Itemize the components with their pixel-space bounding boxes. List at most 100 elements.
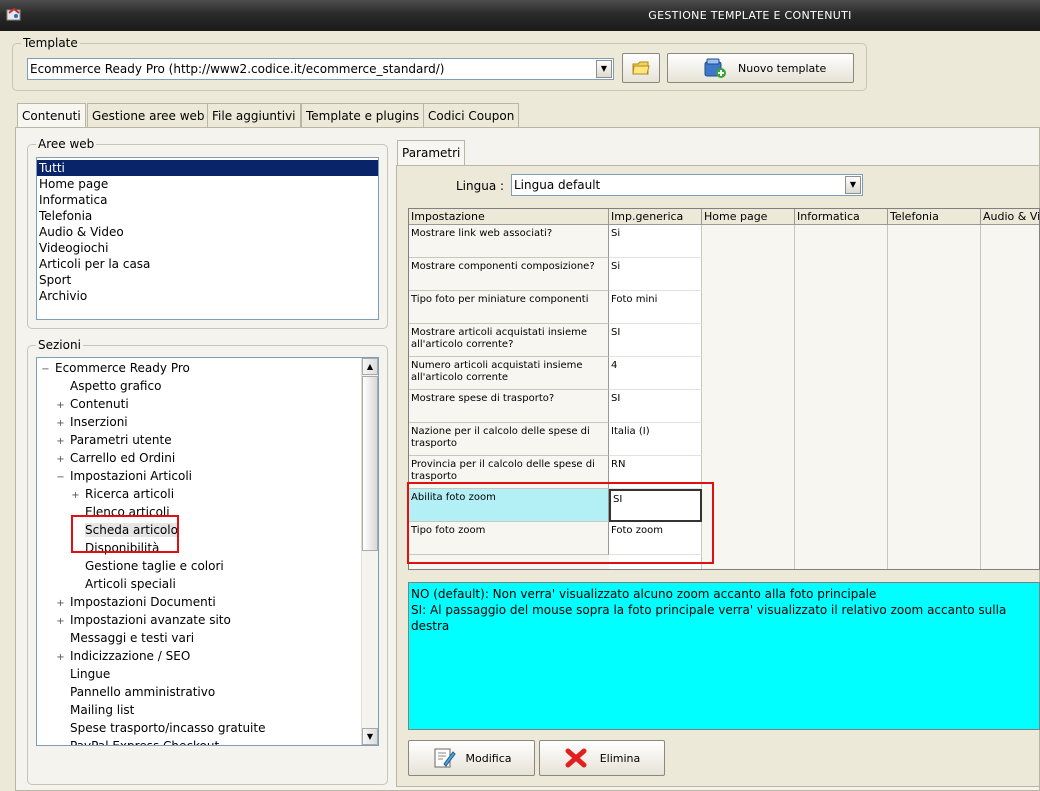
column-header[interactable]: Home page: [702, 209, 795, 225]
tab-template-plugins[interactable]: Template e plugins: [301, 103, 425, 127]
grid-empty-cell[interactable]: [981, 456, 1039, 489]
tree-item[interactable]: + Ricerca articoli: [71, 485, 174, 503]
list-item[interactable]: Home page: [37, 176, 378, 192]
list-item[interactable]: Articoli per la casa: [37, 256, 378, 272]
grid-empty-cell[interactable]: [981, 258, 1039, 291]
grid-empty-cell[interactable]: [888, 291, 981, 324]
grid-empty-cell[interactable]: [888, 258, 981, 291]
grid-setting-cell[interactable]: Numero articoli acquistati insieme all'a…: [409, 357, 609, 390]
tab-gestione-aree-web[interactable]: Gestione aree web: [87, 103, 210, 127]
grid-empty-cell[interactable]: [795, 522, 888, 555]
grid-value-cell[interactable]: Si: [609, 225, 702, 258]
tree-item[interactable]: + Indicizzazione / SEO: [56, 647, 190, 665]
grid-value-cell[interactable]: Si: [609, 258, 702, 291]
tree-item[interactable]: − Ecommerce Ready Pro: [41, 359, 190, 377]
grid-empty-cell[interactable]: [795, 324, 888, 357]
tab-file-aggiuntivi[interactable]: File aggiuntivi: [207, 103, 301, 127]
grid-value-cell[interactable]: Italia (I): [609, 423, 702, 456]
list-item[interactable]: Videogiochi: [37, 240, 378, 256]
grid-empty-cell[interactable]: [981, 423, 1039, 456]
column-header[interactable]: Imp.generica: [609, 209, 702, 225]
tree-item[interactable]: + Impostazioni Documenti: [56, 593, 215, 611]
grid-empty-cell[interactable]: [981, 489, 1039, 522]
grid-empty-cell[interactable]: [981, 357, 1039, 390]
tree-item[interactable]: + Parametri utente: [56, 431, 171, 449]
grid-empty-cell[interactable]: [981, 390, 1039, 423]
tab-parametri[interactable]: Parametri: [397, 140, 466, 165]
column-header[interactable]: Audio & Video: [981, 209, 1039, 225]
list-item[interactable]: Archivio: [37, 288, 378, 304]
grid-setting-cell[interactable]: Mostrare link web associati?: [409, 225, 609, 258]
grid-empty-cell[interactable]: [888, 423, 981, 456]
tab-codici-coupon[interactable]: Codici Coupon: [423, 103, 520, 127]
grid-empty-cell[interactable]: [702, 324, 795, 357]
grid-empty-cell[interactable]: [888, 489, 981, 522]
grid-empty-cell[interactable]: [702, 456, 795, 489]
template-select[interactable]: Ecommerce Ready Pro (http://www2.codice.…: [27, 58, 614, 80]
tree-item[interactable]: Articoli speciali: [71, 575, 176, 593]
grid-setting-cell[interactable]: Nazione per il calcolo delle spese di tr…: [409, 423, 609, 456]
list-item[interactable]: Audio & Video: [37, 224, 378, 240]
column-header[interactable]: Telefonia: [888, 209, 981, 225]
grid-empty-cell[interactable]: [702, 390, 795, 423]
grid-empty-cell[interactable]: [702, 258, 795, 291]
collapse-icon[interactable]: −: [56, 469, 65, 487]
tree-item[interactable]: Mailing list: [56, 701, 134, 719]
grid-value-cell[interactable]: SI: [609, 324, 702, 357]
grid-value-cell[interactable]: Foto mini: [609, 291, 702, 324]
collapse-icon[interactable]: −: [41, 361, 50, 379]
grid-empty-cell[interactable]: [702, 291, 795, 324]
tree-item[interactable]: − Impostazioni Articoli: [56, 467, 192, 485]
grid-empty-cell[interactable]: [702, 522, 795, 555]
new-template-button[interactable]: Nuovo template: [667, 53, 854, 83]
column-header[interactable]: Informatica: [795, 209, 888, 225]
grid-empty-cell[interactable]: [888, 522, 981, 555]
grid-empty-cell[interactable]: [702, 357, 795, 390]
grid-empty-cell[interactable]: [702, 423, 795, 456]
grid-empty-cell[interactable]: [888, 390, 981, 423]
tree-item[interactable]: Gestione taglie e colori: [71, 557, 224, 575]
chevron-down-icon[interactable]: ▼: [596, 60, 612, 78]
chevron-down-icon[interactable]: ▼: [845, 176, 861, 194]
sezioni-scrollbar[interactable]: ▲ ▼: [361, 358, 378, 745]
grid-empty-cell[interactable]: [888, 324, 981, 357]
tree-item[interactable]: Pannello amministrativo: [56, 683, 215, 701]
grid-setting-cell[interactable]: Mostrare spese di trasporto?: [409, 390, 609, 423]
grid-empty-cell[interactable]: [981, 225, 1039, 258]
lingua-select[interactable]: Lingua default ▼: [511, 174, 863, 196]
grid-value-cell[interactable]: 4: [609, 357, 702, 390]
list-item[interactable]: Tutti: [37, 160, 378, 176]
grid-empty-cell[interactable]: [981, 522, 1039, 555]
tree-item[interactable]: Lingue: [56, 665, 110, 683]
grid-value-cell[interactable]: SI: [609, 390, 702, 423]
grid-empty-cell[interactable]: [795, 225, 888, 258]
grid-empty-cell[interactable]: [702, 489, 795, 522]
scroll-thumb[interactable]: [362, 376, 378, 551]
grid-empty-cell[interactable]: [795, 489, 888, 522]
tree-item[interactable]: Spese trasporto/incasso gratuite: [56, 719, 265, 737]
tree-item[interactable]: PayPal Express Checkout: [56, 737, 219, 745]
scroll-down-icon[interactable]: ▼: [362, 728, 378, 745]
grid-setting-cell[interactable]: Mostrare componenti composizione?: [409, 258, 609, 291]
tree-item[interactable]: + Carrello ed Ordini: [56, 449, 175, 467]
grid-setting-cell[interactable]: Tipo foto per miniature componenti: [409, 291, 609, 324]
tree-item[interactable]: + Impostazioni avanzate sito: [56, 611, 231, 629]
list-item[interactable]: Sport: [37, 272, 378, 288]
grid-empty-cell[interactable]: [981, 324, 1039, 357]
grid-empty-cell[interactable]: [702, 225, 795, 258]
column-header[interactable]: Impostazione: [409, 209, 609, 225]
grid-empty-cell[interactable]: [795, 357, 888, 390]
tab-contenuti[interactable]: Contenuti: [17, 103, 86, 128]
tree-item[interactable]: + Inserzioni: [56, 413, 127, 431]
grid-empty-cell[interactable]: [795, 456, 888, 489]
grid-empty-cell[interactable]: [795, 291, 888, 324]
aree-web-list[interactable]: Tutti Home page Informatica Telefonia Audio …: [36, 157, 379, 320]
elimina-button[interactable]: Elimina: [539, 740, 665, 776]
tree-item[interactable]: + Contenuti: [56, 395, 128, 413]
tree-item[interactable]: Messaggi e testi vari: [56, 629, 194, 647]
grid-empty-cell[interactable]: [795, 423, 888, 456]
modifica-button[interactable]: Modifica: [408, 740, 535, 776]
grid-empty-cell[interactable]: [981, 291, 1039, 324]
grid-empty-cell[interactable]: [888, 357, 981, 390]
tree-item[interactable]: Aspetto grafico: [56, 377, 161, 395]
